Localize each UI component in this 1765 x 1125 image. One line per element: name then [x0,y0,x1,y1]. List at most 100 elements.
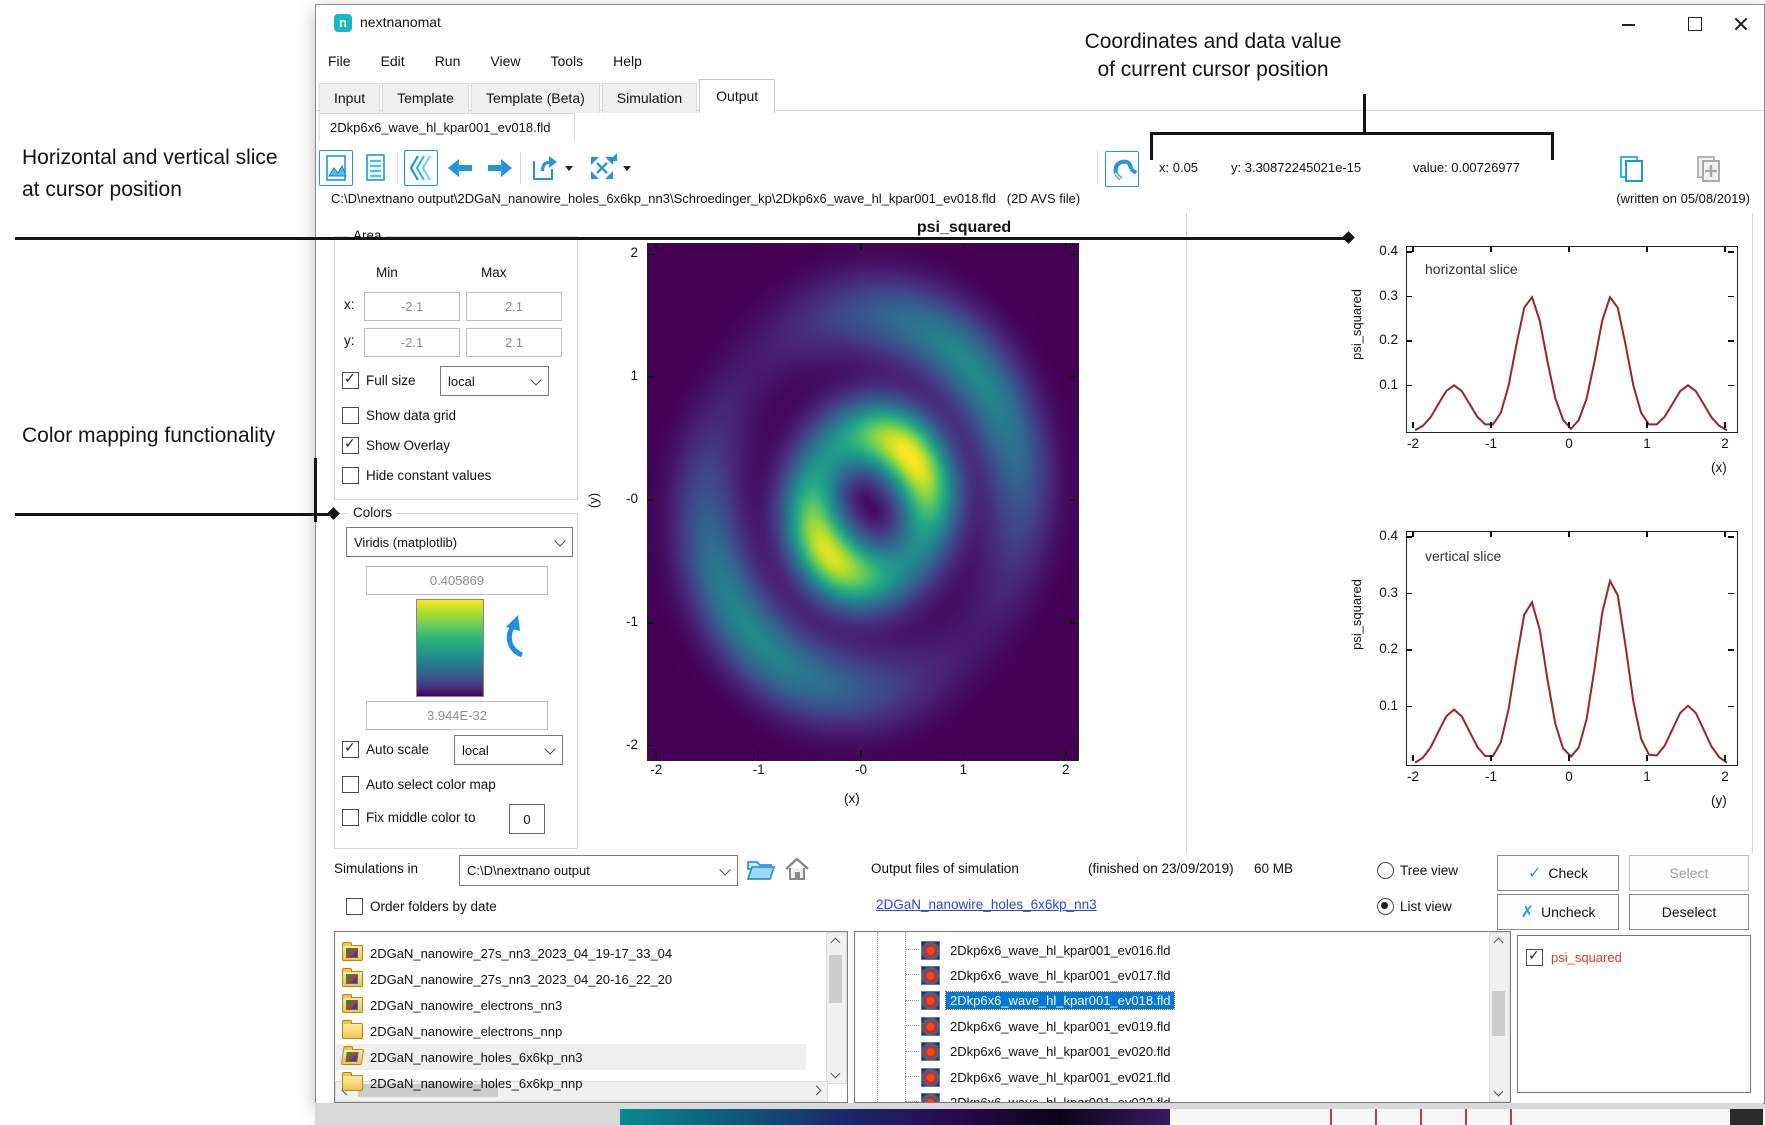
x-min-field[interactable]: -2.1 [364,292,460,321]
menu-tools[interactable]: Tools [548,51,585,71]
tree-view-radio[interactable] [1377,862,1394,879]
folder-list-item[interactable]: 2DGaN_nanowire_holes_6x6kp_nn3 [336,1044,806,1070]
home-icon[interactable] [782,854,812,889]
hslice-plot: horizontal slice [1406,246,1738,433]
add-overlay-icon[interactable] [1692,152,1724,186]
axis-tick [1406,296,1412,298]
folder-list-item[interactable]: 2DGaN_nanowire_holes_6x6kp_nnp [336,1070,806,1096]
file-tab[interactable]: 2Dkp6x6_wave_hl_kpar001_ev018.fld [319,113,575,141]
slices-icon[interactable] [404,150,438,186]
heatmap-canvas[interactable] [648,244,1078,760]
open-folder-icon[interactable] [744,854,776,889]
tab-bar: InputTemplateTemplate (Beta)SimulationOu… [319,79,777,113]
colormap-combo[interactable]: Viridis (matplotlib) [346,527,573,557]
tab-input[interactable]: Input [319,83,380,113]
colorbar-min-field[interactable]: 3.944E-32 [366,701,548,730]
x-max-field[interactable]: 2.1 [466,292,562,321]
select-button[interactable]: Select [1629,855,1749,891]
y-max-field[interactable]: 2.1 [466,328,562,357]
show-data-grid-checkbox[interactable] [342,407,359,424]
close-button[interactable] [1726,13,1756,35]
menu-edit[interactable]: Edit [379,51,407,71]
auto-scale-combo[interactable]: local [454,735,563,765]
hide-constant-checkbox[interactable] [342,467,359,484]
axis-tick [1568,246,1570,252]
splitter[interactable] [1186,213,1187,853]
axis-tick [1069,254,1076,256]
axis-tick-label: 0.3 [1352,288,1398,303]
variable-checkbox[interactable]: ✓ [1526,949,1543,966]
file-list-item[interactable]: 2Dkp6x6_wave_hl_kpar001_ev020.fld [905,1039,1465,1065]
full-size-checkbox[interactable]: ✓ [342,372,359,389]
tab-template[interactable]: Template [382,83,469,113]
fix-middle-color-field[interactable]: 0 [509,804,545,834]
colorbar-max-field[interactable]: 0.405869 [366,566,548,595]
file-list-item[interactable]: 2Dkp6x6_wave_hl_kpar001_ev016.fld [905,937,1465,963]
variable-item[interactable]: ✓psi_squared [1526,944,1736,970]
uncheck-button[interactable]: ✗Uncheck [1497,894,1619,930]
file-list-item[interactable]: 2Dkp6x6_wave_hl_kpar001_ev022.fld [905,1089,1465,1103]
y-min-field[interactable]: -2.1 [364,328,460,357]
uncheck-icon: ✗ [1521,902,1534,922]
file-label: 2Dkp6x6_wave_hl_kpar001_ev021.fld [946,1069,1174,1086]
simulation-path-combo[interactable]: C:\D\nextnano output [459,855,738,886]
expand-caret-icon[interactable] [623,166,631,171]
file-list-item[interactable]: 2Dkp6x6_wave_hl_kpar001_ev017.fld [905,962,1465,988]
axis-tick-label: -1 [1471,436,1511,451]
folder-label: 2DGaN_nanowire_27s_nn3_2023_04_20-16_22_… [370,972,672,987]
file-label: 2Dkp6x6_wave_hl_kpar001_ev020.fld [946,1043,1174,1060]
minimize-button[interactable] [1614,13,1644,35]
menu-file[interactable]: File [326,51,353,71]
show-data-grid-label: Show data grid [366,408,456,423]
folder-list-item[interactable]: 2DGaN_nanowire_27s_nn3_2023_04_20-16_22_… [336,966,806,992]
folder-icon [342,945,363,961]
simulation-link[interactable]: 2DGaN_nanowire_holes_6x6kp_nn3 [876,897,1097,912]
expand-icon[interactable] [585,151,617,185]
main-plot-title: psi_squared [749,219,1179,237]
full-size-label: Full size [366,373,416,388]
flip-colormap-icon[interactable] [498,611,534,668]
export-caret-icon[interactable] [565,166,573,171]
full-size-combo[interactable]: local [440,366,549,396]
auto-select-colormap-checkbox[interactable] [342,776,359,793]
maximize-button[interactable] [1679,13,1709,35]
tab-simulation[interactable]: Simulation [602,83,697,113]
order-folders-checkbox[interactable] [346,898,363,915]
window-title: nextnanomat [360,14,441,30]
main-plot[interactable] [647,243,1079,761]
axis-tick [1728,251,1734,253]
previous-arrow-icon[interactable] [444,151,476,185]
export-icon[interactable] [527,151,559,185]
menu-help[interactable]: Help [611,51,644,71]
plot-view-icon[interactable] [319,150,353,186]
axis-tick [963,750,965,757]
file-list-item[interactable]: 2Dkp6x6_wave_hl_kpar001_ev021.fld [905,1064,1465,1090]
copy-image-icon[interactable] [1615,152,1647,186]
magnet-icon[interactable] [1105,151,1139,187]
folder-list-item[interactable]: 2DGaN_nanowire_electrons_nnp [336,1018,806,1044]
auto-scale-checkbox[interactable]: ✓ [342,741,359,758]
folder-list-item[interactable]: 2DGaN_nanowire_electrons_nn3 [336,992,806,1018]
annotation-coords-bracket-left-tick [1150,132,1153,160]
check-button[interactable]: ✓Check [1497,855,1619,891]
folder-label: 2DGaN_nanowire_holes_6x6kp_nnp [370,1076,582,1091]
menu-view[interactable]: View [488,51,522,71]
fix-middle-color-checkbox[interactable] [342,809,359,826]
colorbar-gradient [416,599,484,697]
file-list-item[interactable]: 2Dkp6x6_wave_hl_kpar001_ev018.fld [905,988,1465,1014]
next-arrow-icon[interactable] [482,151,514,185]
axis-tick [1728,649,1734,651]
tab-template-beta-[interactable]: Template (Beta) [471,83,600,113]
menu-run[interactable]: Run [433,51,463,71]
deselect-button[interactable]: Deselect [1629,894,1749,930]
report-view-icon[interactable] [359,151,391,185]
folder-list-vscrollbar[interactable] [826,932,847,1084]
file-list-item[interactable]: 2Dkp6x6_wave_hl_kpar001_ev019.fld [905,1013,1465,1039]
file-label: 2Dkp6x6_wave_hl_kpar001_ev016.fld [946,942,1174,959]
tab-output[interactable]: Output [699,79,775,113]
folder-label: 2DGaN_nanowire_holes_6x6kp_nn3 [370,1050,582,1065]
list-view-radio[interactable] [1377,898,1394,915]
show-overlay-checkbox[interactable]: ✓ [342,437,359,454]
file-list-vscrollbar[interactable] [1489,932,1510,1102]
folder-list-item[interactable]: 2DGaN_nanowire_27s_nn3_2023_04_19-17_33_… [336,940,806,966]
